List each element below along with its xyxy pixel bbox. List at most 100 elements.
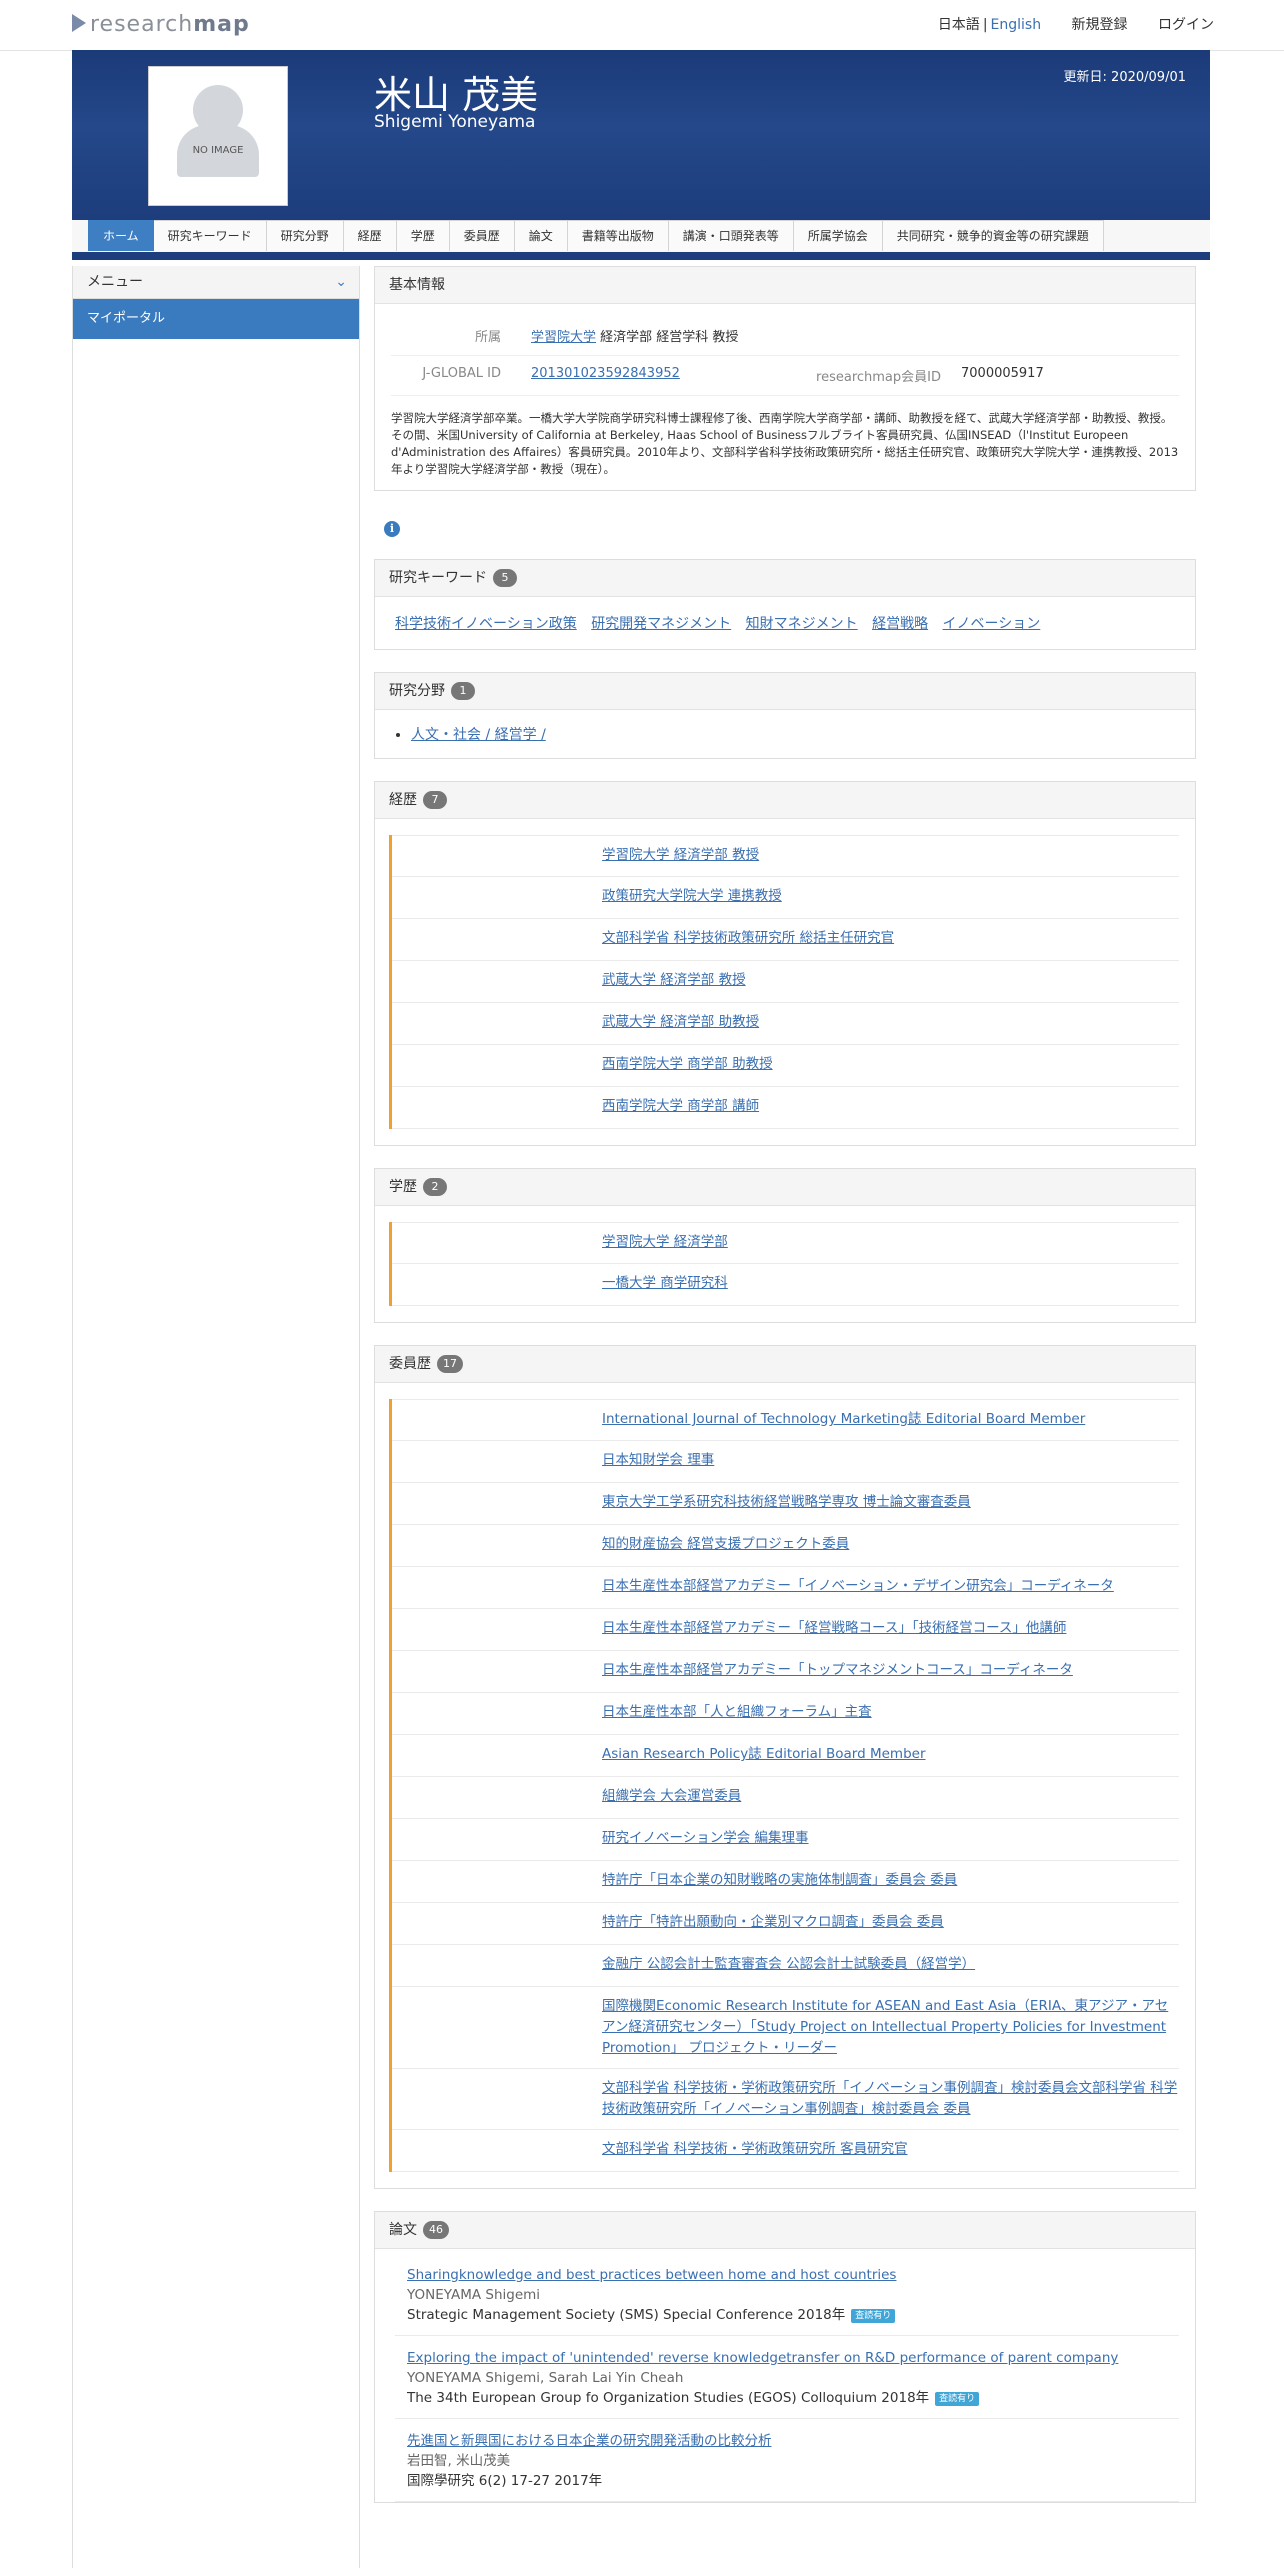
- list-item: 文部科学省 科学技術・学術政策研究所「イノベーション事例調査」検討委員会文部科学…: [392, 2069, 1179, 2130]
- keyword-link[interactable]: 知財マネジメント: [746, 616, 858, 632]
- lang-separator: |: [982, 17, 988, 33]
- panel-title: 委員歴: [389, 1356, 431, 1372]
- committee-link[interactable]: 日本生産性本部経営アカデミー「経営戦略コース」「技術経営コース」他講師: [602, 1620, 1066, 1636]
- keyword-link[interactable]: 科学技術イノベーション政策: [395, 616, 577, 632]
- career-link[interactable]: 武蔵大学 経済学部 助教授: [602, 1014, 759, 1030]
- peer-reviewed-badge: 査読有り: [935, 2392, 980, 2406]
- tab-education[interactable]: 学歴: [396, 220, 450, 251]
- list-item: 日本生産性本部「人と組織フォーラム」主査: [392, 1693, 1179, 1735]
- list-item: 金融庁 公認会計士監査審査会 公認会計士試験委員（経営学）: [392, 1945, 1179, 1987]
- peer-reviewed-badge: 査読有り: [851, 2309, 896, 2323]
- list-item: International Journal of Technology Mark…: [392, 1399, 1179, 1441]
- committee-link[interactable]: Asian Research Policy誌 Editorial Board M…: [602, 1746, 926, 1762]
- committee-link[interactable]: 東京大学工学系研究科技術経営戦略学専攻 博士論文審査委員: [602, 1494, 971, 1510]
- panel-title: 学歴: [389, 1179, 417, 1195]
- sidebar: メニュー ⌄ マイポータル: [72, 266, 360, 2568]
- committee-link[interactable]: 特許庁「特許出願動向・企業別マクロ調査」委員会 委員: [602, 1914, 944, 1930]
- field-link[interactable]: 人文・社会 / 経営学 /: [411, 727, 546, 743]
- jglobal-label: J-GLOBAL ID: [422, 366, 501, 381]
- site-logo[interactable]: researchmap: [72, 12, 250, 37]
- affiliation-value: 学習院大学 経済学部 経営学科 教授: [531, 326, 1179, 345]
- count-badge: 2: [423, 1178, 447, 1196]
- panel-header: 研究分野 1: [375, 673, 1195, 710]
- lang-en-link[interactable]: English: [991, 17, 1042, 33]
- tab-books[interactable]: 書籍等出版物: [567, 220, 669, 251]
- committee-link[interactable]: 日本生産性本部「人と組織フォーラム」主査: [602, 1704, 872, 1720]
- committee-link[interactable]: 研究イノベーション学会 編集理事: [602, 1830, 809, 1846]
- list-item: 一橋大学 商学研究科: [392, 1264, 1179, 1306]
- tab-presentations[interactable]: 講演・口頭発表等: [668, 220, 794, 251]
- career-link[interactable]: 武蔵大学 経済学部 教授: [602, 972, 746, 988]
- count-badge: 5: [493, 569, 517, 587]
- count-badge: 17: [437, 1355, 463, 1373]
- logo-triangle-icon: [72, 14, 86, 32]
- count-badge: 7: [423, 791, 447, 809]
- profile-name: 米山 茂美: [374, 73, 539, 117]
- paper-title-link[interactable]: Exploring the impact of 'unintended' rev…: [407, 2350, 1118, 2366]
- keyword-link[interactable]: 経営戦略: [872, 616, 928, 632]
- paper-title-link[interactable]: 先進国と新興国における日本企業の研究開発活動の比較分析: [407, 2433, 772, 2449]
- list-item: 武蔵大学 経済学部 助教授: [392, 1003, 1179, 1045]
- tab-career[interactable]: 経歴: [343, 220, 397, 251]
- committee-link[interactable]: 文部科学省 科学技術・学術政策研究所 客員研究官: [602, 2141, 908, 2157]
- list-item: Exploring the impact of 'unintended' rev…: [395, 2336, 1179, 2419]
- list-item: Sharingknowledge and best practices betw…: [395, 2253, 1179, 2336]
- career-list: 学習院大学 経済学部 教授 政策研究大学院大学 連携教授 文部科学省 科学技術政…: [389, 835, 1179, 1129]
- info-icon[interactable]: i: [384, 521, 400, 537]
- top-links: 日本語 | English 新規登録 ログイン: [938, 14, 1214, 34]
- committee-link[interactable]: 日本生産性本部経営アカデミー「トップマネジメントコース」コーディネータ: [602, 1662, 1073, 1678]
- paper-title-link[interactable]: Sharingknowledge and best practices betw…: [407, 2267, 896, 2283]
- tab-research-projects[interactable]: 共同研究・競争的資金等の研究課題: [882, 220, 1104, 251]
- ids-row: J-GLOBAL ID 201301023592843952 researchm…: [391, 356, 1179, 396]
- education-panel: 学歴 2 学習院大学 経済学部 一橋大学 商学研究科: [374, 1168, 1196, 1323]
- tab-fields[interactable]: 研究分野: [266, 220, 344, 251]
- career-link[interactable]: 文部科学省 科学技術政策研究所 総括主任研究官: [602, 930, 894, 946]
- researchmap-id-label: researchmap会員ID: [816, 370, 941, 385]
- sidebar-item-my-portal[interactable]: マイポータル: [73, 299, 359, 339]
- profile-header: NO IMAGE 米山 茂美 Shigemi Yoneyama 更新日: 202…: [72, 50, 1210, 220]
- tab-societies[interactable]: 所属学協会: [793, 220, 883, 251]
- affiliation-link[interactable]: 学習院大学: [531, 330, 596, 345]
- paper-venue: Strategic Management Society (SMS) Speci…: [407, 2307, 846, 2323]
- logo-text: research: [90, 12, 194, 37]
- tab-home[interactable]: ホーム: [88, 220, 154, 251]
- menu-toggle[interactable]: メニュー ⌄: [73, 266, 359, 299]
- avatar: NO IMAGE: [148, 66, 288, 206]
- committee-link[interactable]: 文部科学省 科学技術・学術政策研究所「イノベーション事例調査」検討委員会文部科学…: [602, 2080, 1177, 2117]
- list-item: 先進国と新興国における日本企業の研究開発活動の比較分析 岩田智, 米山茂美 国際…: [395, 2419, 1179, 2502]
- signup-link[interactable]: 新規登録: [1072, 17, 1128, 33]
- committee-link[interactable]: 知的財産協会 経営支援プロジェクト委員: [602, 1536, 849, 1552]
- career-link[interactable]: 学習院大学 経済学部 教授: [602, 847, 759, 863]
- education-link[interactable]: 学習院大学 経済学部: [602, 1234, 728, 1250]
- lang-ja-link[interactable]: 日本語: [938, 17, 980, 33]
- main-content: 基本情報 所属 学習院大学 経済学部 経営学科 教授 J-GLOBAL ID 2…: [374, 266, 1196, 2525]
- committee-link[interactable]: 国際機関Economic Research Institute for ASEA…: [602, 1998, 1168, 2056]
- login-link[interactable]: ログイン: [1158, 17, 1214, 33]
- panel-header: 学歴 2: [375, 1169, 1195, 1206]
- list-item: 日本生産性本部経営アカデミー「経営戦略コース」「技術経営コース」他講師: [392, 1609, 1179, 1651]
- list-item: 特許庁「日本企業の知財戦略の実施体制調査」委員会 委員: [392, 1861, 1179, 1903]
- committee-link[interactable]: 日本生産性本部経営アカデミー「イノベーション・デザイン研究会」コーディネータ: [602, 1578, 1114, 1594]
- list-item: 日本生産性本部経営アカデミー「イノベーション・デザイン研究会」コーディネータ: [392, 1567, 1179, 1609]
- keyword-link[interactable]: イノベーション: [943, 616, 1041, 632]
- committee-link[interactable]: 金融庁 公認会計士監査審査会 公認会計士試験委員（経営学）: [602, 1956, 975, 1972]
- affiliation-label: 所属: [474, 330, 501, 345]
- tab-papers[interactable]: 論文: [514, 220, 568, 251]
- committee-link[interactable]: 組織学会 大会運営委員: [602, 1788, 741, 1804]
- keyword-link[interactable]: 研究開発マネジメント: [591, 616, 731, 632]
- tab-committee[interactable]: 委員歴: [449, 220, 515, 251]
- education-link[interactable]: 一橋大学 商学研究科: [602, 1275, 728, 1291]
- jglobal-link[interactable]: 201301023592843952: [531, 366, 680, 381]
- tab-keywords[interactable]: 研究キーワード: [153, 220, 267, 251]
- no-image-label: NO IMAGE: [192, 145, 244, 156]
- career-link[interactable]: 西南学院大学 商学部 講師: [602, 1098, 759, 1114]
- committee-link[interactable]: 特許庁「日本企業の知財戦略の実施体制調査」委員会 委員: [602, 1872, 957, 1888]
- committee-link[interactable]: International Journal of Technology Mark…: [602, 1411, 1085, 1427]
- count-badge: 1: [451, 682, 475, 700]
- basic-info-panel: 基本情報 所属 学習院大学 経済学部 経営学科 教授 J-GLOBAL ID 2…: [374, 266, 1196, 491]
- committee-link[interactable]: 日本知財学会 理事: [602, 1452, 714, 1468]
- career-link[interactable]: 西南学院大学 商学部 助教授: [602, 1056, 773, 1072]
- list-item: 研究イノベーション学会 編集理事: [392, 1819, 1179, 1861]
- career-link[interactable]: 政策研究大学院大学 連携教授: [602, 888, 782, 904]
- list-item: 特許庁「特許出願動向・企業別マクロ調査」委員会 委員: [392, 1903, 1179, 1945]
